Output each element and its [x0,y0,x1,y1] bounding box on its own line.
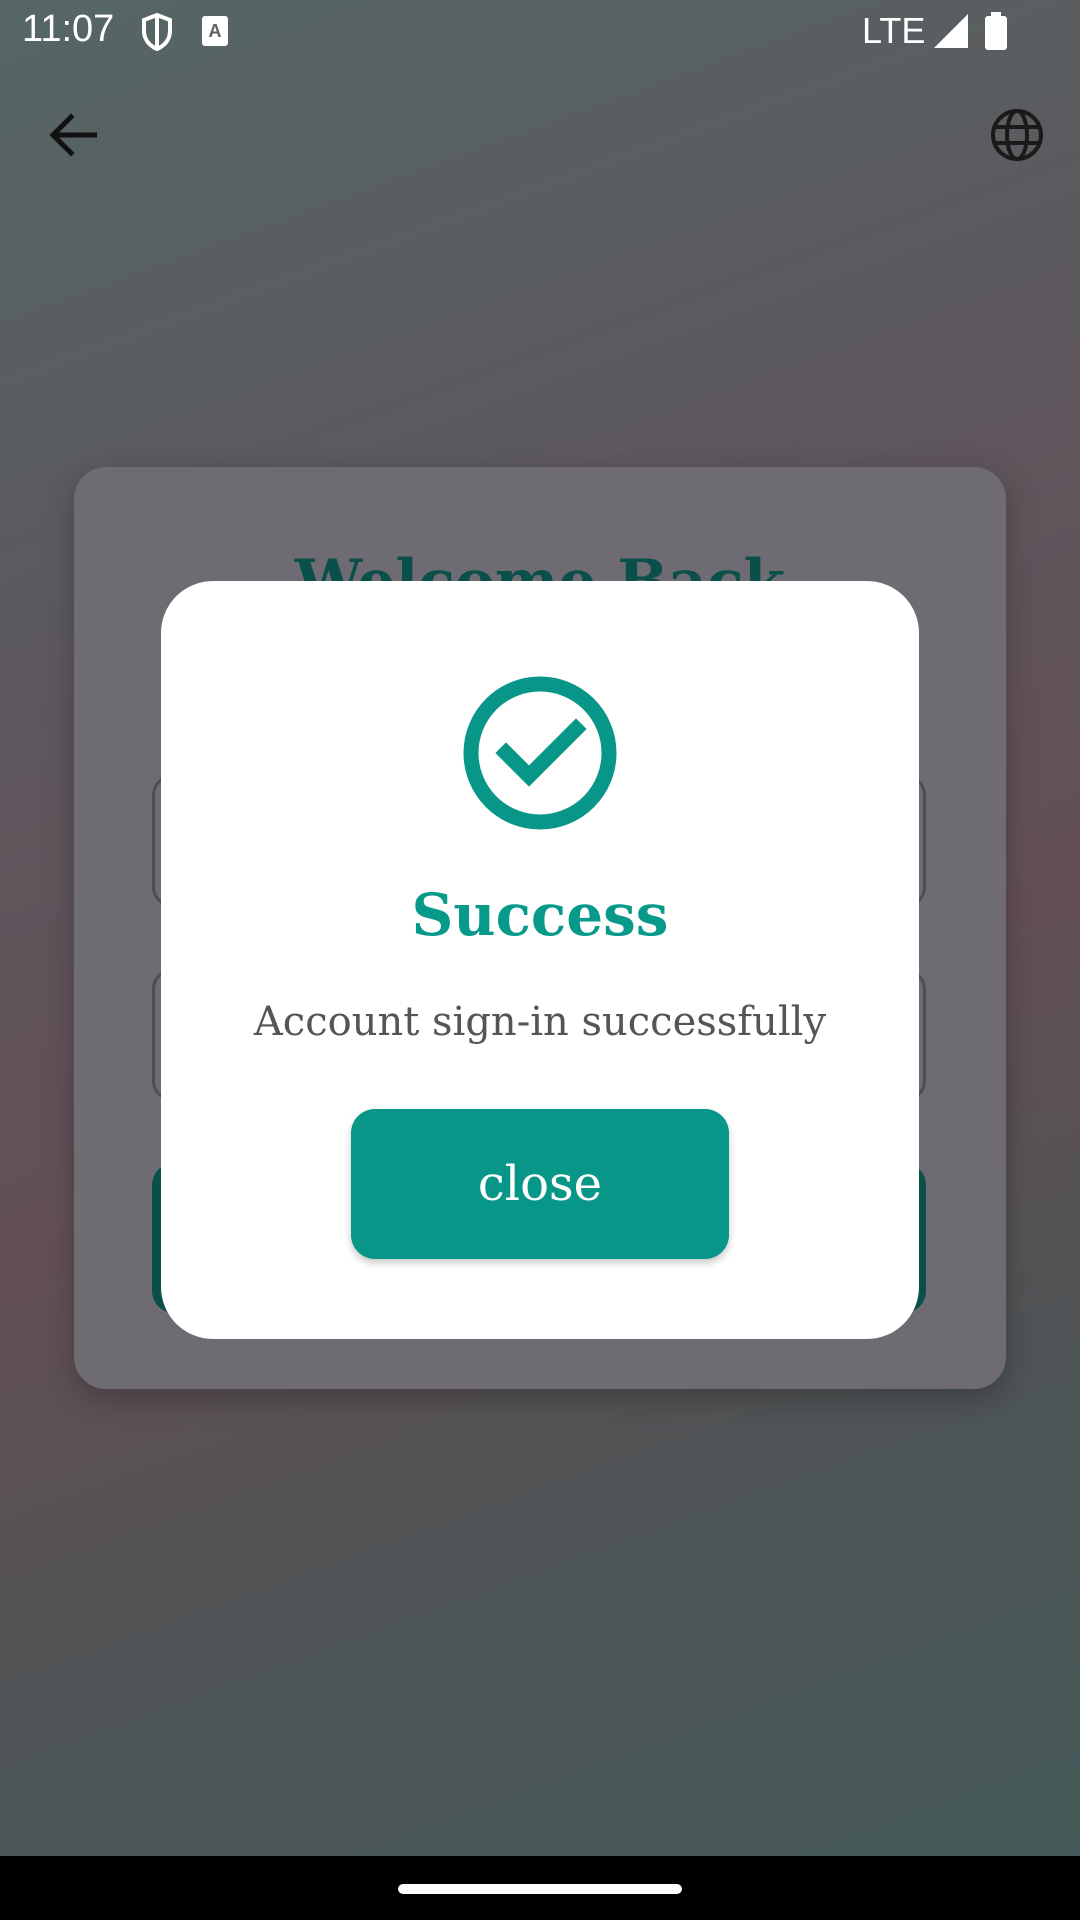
back-button[interactable] [30,100,116,174]
network-type: LTE [862,10,926,51]
language-button[interactable] [972,100,1062,174]
arrow-back-icon [49,112,98,162]
success-dialog: Success Account sign-in successfully clo… [161,581,919,1339]
status-time: 11:07 [22,8,115,50]
text-recognition-icon: A [202,16,228,51]
status-bar: 11:07 A LTE [0,0,1080,64]
svg-text:A: A [209,21,222,41]
dialog-title: Success [411,881,669,949]
navigation-bar [0,1856,1080,1920]
globe-icon [990,108,1044,167]
home-indicator[interactable] [398,1884,682,1894]
close-button[interactable]: close [351,1109,729,1259]
dialog-message: Account sign-in successfully [253,999,827,1045]
shield-icon [140,12,174,57]
battery-icon [984,12,1008,55]
signal-icon [934,14,968,53]
check-circle-icon [462,675,618,831]
